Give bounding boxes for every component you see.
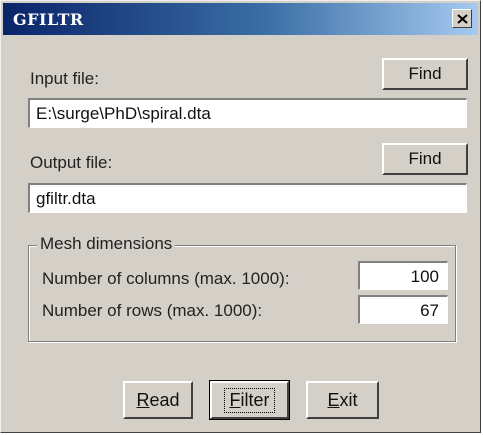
find-output-button[interactable]: Find [382, 143, 468, 175]
output-file-field[interactable]: gfiltr.dta [28, 183, 467, 213]
read-button-label: Read [136, 389, 180, 410]
rows-field[interactable]: 67 [358, 295, 448, 324]
filter-button[interactable]: Filter [209, 380, 290, 420]
mesh-dimensions-title: Mesh dimensions [37, 234, 176, 254]
close-icon [457, 14, 468, 24]
exit-button-label: Exit [327, 389, 358, 410]
columns-field[interactable]: 100 [358, 261, 448, 290]
find-input-button[interactable]: Find [382, 58, 468, 90]
rows-label: Number of rows (max. 1000): [42, 301, 263, 320]
columns-label: Number of columns (max. 1000): [42, 269, 290, 288]
exit-button[interactable]: Exit [306, 381, 379, 419]
input-file-field[interactable]: E:\surge\PhD\spiral.dta [28, 98, 467, 128]
filter-button-label: Filter [224, 387, 275, 413]
input-file-label: Input file: [30, 69, 99, 88]
title-bar[interactable]: GFILTR [3, 3, 478, 35]
gfiltr-dialog: GFILTR Input file: Find E:\surge\PhD\spi… [0, 0, 481, 433]
window-title: GFILTR [13, 10, 84, 29]
close-button[interactable] [452, 9, 472, 28]
mesh-dimensions-group: Mesh dimensions [28, 234, 456, 342]
read-button[interactable]: Read [123, 381, 193, 419]
output-file-label: Output file: [30, 153, 113, 172]
